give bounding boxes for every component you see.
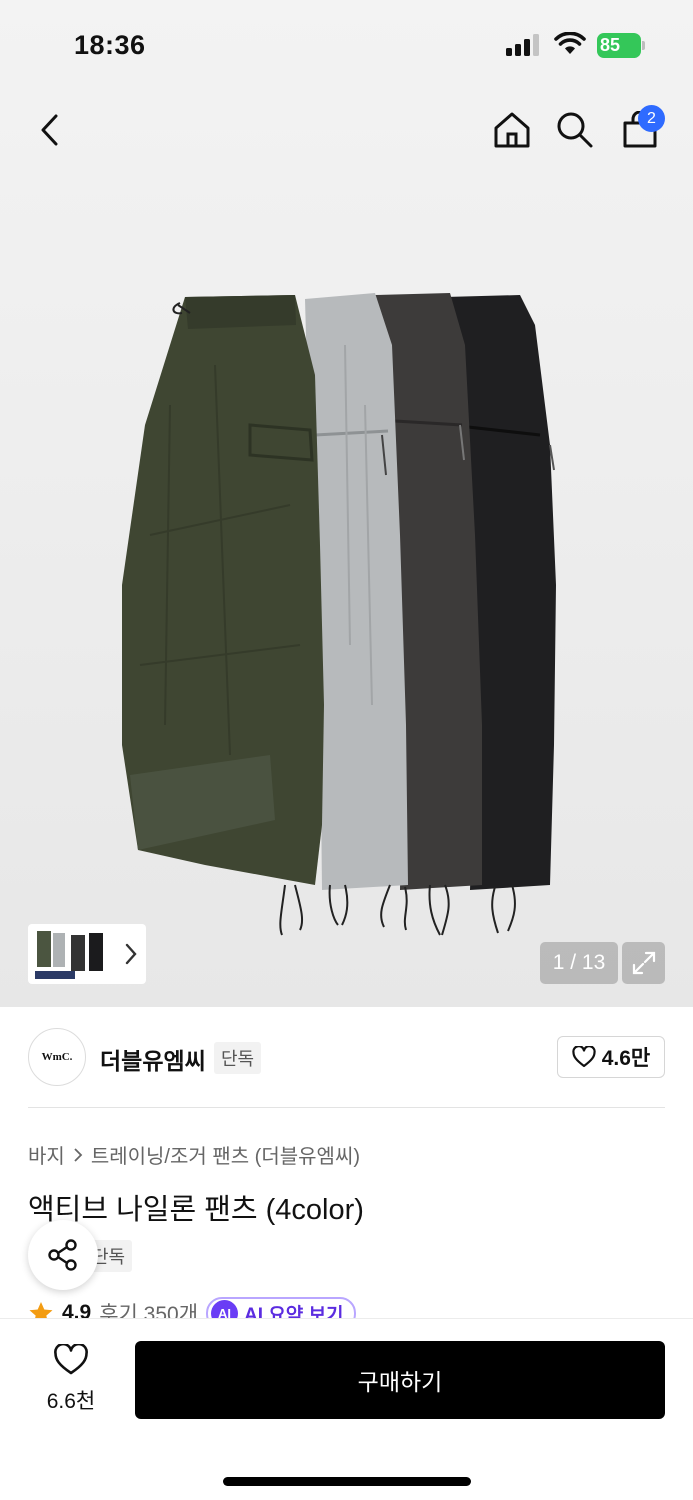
brand-row: WmC. 더블유엠씨 단독 4.6만 (28, 1028, 665, 1086)
heart-icon (54, 1342, 88, 1375)
brand-name[interactable]: 더블유엠씨 (100, 1042, 206, 1076)
brand-like-count: 4.6만 (601, 1047, 651, 1070)
home-icon (494, 112, 530, 148)
product-photo (122, 293, 556, 936)
share-icon (48, 1239, 77, 1271)
status-time: 18:36 (74, 30, 146, 60)
product-title: 액티브 나일론 팬츠 (4color) (28, 1194, 364, 1226)
search-button[interactable] (547, 100, 603, 160)
breadcrumb-category[interactable]: 바지 (28, 1140, 65, 1169)
top-nav (0, 100, 693, 160)
wishlist-count: 6.6천 (46, 1390, 96, 1413)
expand-icon (632, 951, 655, 975)
signal-icon (506, 34, 540, 56)
share-button[interactable] (28, 1220, 98, 1290)
search-icon (557, 112, 593, 148)
buy-button[interactable]: 구매하기 (135, 1341, 665, 1419)
exclusive-badge: 단독 (214, 1042, 262, 1074)
back-icon (41, 114, 58, 146)
brand-logo[interactable]: WmC. (28, 1028, 86, 1086)
product-image-gallery[interactable]: 18:36 85 2 1 / 13 (0, 0, 693, 1007)
wishlist-button[interactable]: 6.6천 (28, 1342, 114, 1414)
chevron-right-icon (74, 1147, 83, 1162)
heart-icon (572, 1046, 596, 1068)
back-button[interactable] (22, 100, 78, 160)
wifi-icon (554, 32, 586, 54)
page-indicator: 1 / 13 (540, 942, 618, 984)
bottom-action-bar: 6.6천 구매하기 (0, 1318, 693, 1500)
expand-button[interactable] (622, 942, 665, 984)
battery-percent: 85 (600, 35, 621, 55)
thumbnail-preview[interactable] (28, 924, 146, 984)
breadcrumb-subcategory[interactable]: 트레이닝/조거 팬츠 (더블유엠씨) (91, 1140, 360, 1169)
divider (28, 1107, 665, 1108)
home-indicator (223, 1477, 471, 1486)
brand-logo-text: WmC. (41, 1051, 73, 1063)
cart-count-badge: 2 (638, 105, 665, 132)
home-button[interactable] (484, 100, 540, 160)
brand-like-button[interactable]: 4.6만 (557, 1036, 665, 1078)
thumbnail-image (35, 931, 103, 979)
battery-icon: 85 (597, 33, 645, 58)
chevron-right-icon (125, 943, 137, 965)
status-bar: 18:36 85 (0, 0, 693, 90)
breadcrumb: 바지 트레이닝/조거 팬츠 (더블유엠씨) (28, 1140, 360, 1169)
